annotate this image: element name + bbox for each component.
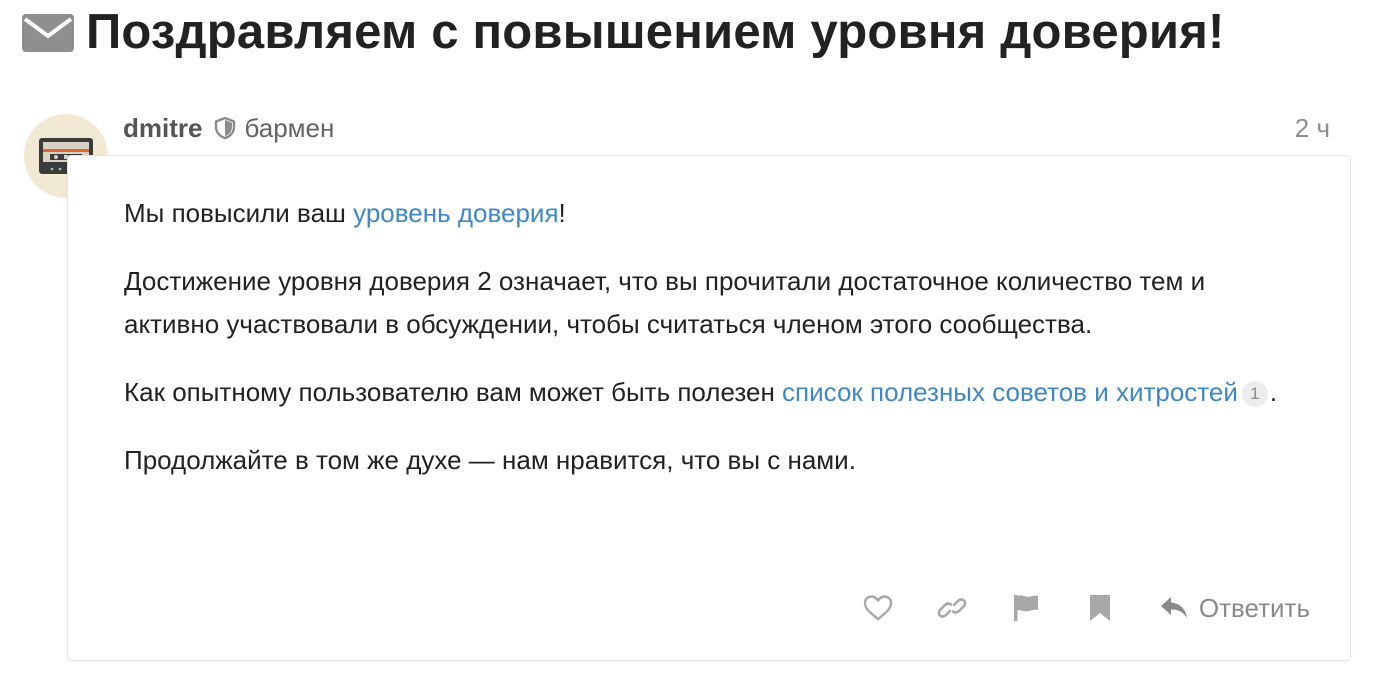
username-link[interactable]: dmitre xyxy=(123,113,202,144)
link-click-count-badge: 1 xyxy=(1241,381,1268,407)
paragraph-text: Как опытному пользователю вам может быть… xyxy=(124,377,783,407)
like-button[interactable] xyxy=(863,588,893,628)
post-paragraph: Как опытному пользователю вам может быть… xyxy=(124,371,1304,414)
post-paragraph: Продолжайте в том же духе — нам нравится… xyxy=(124,445,856,475)
post-actions: Ответить xyxy=(863,588,1310,628)
topic-page: Поздравляем с повышением уровня доверия!… xyxy=(0,0,1400,680)
topic-title: Поздравляем с повышением уровня доверия! xyxy=(86,5,1225,59)
reply-button[interactable]: Ответить xyxy=(1159,593,1310,624)
post-card: Мы повысили ваш уровень доверия! Достиже… xyxy=(67,155,1351,661)
bookmark-icon xyxy=(1089,595,1110,621)
reply-label: Ответить xyxy=(1198,592,1310,623)
bookmark-button[interactable] xyxy=(1085,588,1115,628)
shield-icon xyxy=(215,117,236,139)
post-date[interactable]: 2 ч xyxy=(1295,110,1330,146)
share-link-button[interactable] xyxy=(937,588,967,628)
post-paragraph: Достижение уровня доверия 2 означает, чт… xyxy=(124,266,1206,339)
paragraph-text: Мы повысили ваш xyxy=(124,198,354,228)
user-title: бармен xyxy=(244,112,335,143)
tips-and-tricks-link[interactable]: список полезных советов и хитростей xyxy=(782,377,1238,407)
post-body: Мы повысили ваш уровень доверия! Достиже… xyxy=(124,192,1304,507)
post-author-info: dmitre бармен xyxy=(123,110,334,146)
heart-icon xyxy=(863,595,893,621)
flag-icon xyxy=(1013,595,1038,621)
paragraph-text: ! xyxy=(558,198,566,228)
trust-level-link[interactable]: уровень доверия xyxy=(353,198,558,228)
post-paragraph: Мы повысили ваш уровень доверия! xyxy=(124,192,1304,235)
topic-header: Поздравляем с повышением уровня доверия! xyxy=(22,0,1225,64)
reply-icon xyxy=(1160,597,1187,618)
link-icon xyxy=(937,598,967,618)
envelope-icon xyxy=(22,14,74,52)
paragraph-text: . xyxy=(1269,377,1278,407)
flag-button[interactable] xyxy=(1011,588,1041,628)
